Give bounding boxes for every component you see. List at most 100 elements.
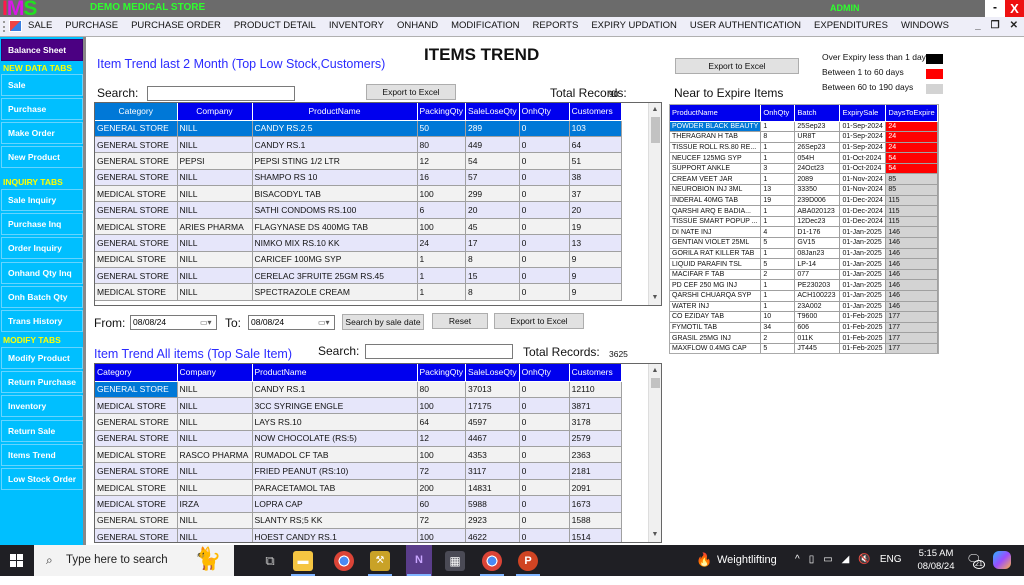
sidebar-item[interactable]: Onh Batch Qty [1, 285, 83, 308]
date-export-button[interactable]: Export to Excel [494, 313, 584, 329]
mdi-restore-icon[interactable]: ❐ [991, 20, 1000, 31]
menu-item[interactable]: SALE [28, 20, 52, 31]
table-row[interactable]: QARSHI ARQ E BADIA... 1 ABA020123 01-Dec-20… [670, 205, 938, 217]
sidebar-item[interactable]: Purchase Inq [1, 213, 83, 236]
volume-muted-icon[interactable]: 🔇 [858, 554, 870, 585]
clock[interactable]: 5:15 AM 08/08/24 [911, 545, 961, 576]
copilot-icon[interactable] [993, 551, 1011, 569]
sidebar-balance-sheet[interactable]: Balance Sheet [1, 39, 83, 61]
sidebar-item[interactable]: Items Trend [1, 443, 83, 466]
table-row[interactable]: GENERAL STORE NILL CANDY RS.1 80 37013 0 12110 [95, 381, 622, 398]
sidebar-item[interactable]: Modify Product [1, 347, 83, 369]
search-by-date-button[interactable]: Search by sale date [342, 314, 424, 330]
top-search-input[interactable] [147, 86, 295, 101]
scroll-down-icon[interactable]: ▼ [649, 292, 661, 304]
minimize-button[interactable]: - [985, 0, 1005, 17]
table-row[interactable]: GENERAL STORE NILL NOW CHOCOLATE (RS:5) 12 4… [95, 430, 622, 448]
scroll-down-icon[interactable]: ▼ [649, 529, 661, 541]
windows-start-icon[interactable] [10, 554, 23, 567]
battery-icon[interactable]: ▭ [823, 554, 832, 585]
mdi-minimize-icon[interactable]: _ [975, 20, 981, 31]
table-row[interactable]: TISSUE SMART POPUP ... 1 12Dec23 01-Dec-202… [670, 216, 938, 228]
sidebar-item[interactable]: New Product [1, 146, 83, 168]
bottom-search-input[interactable] [365, 344, 513, 359]
table-row[interactable]: CREAM VEET JAR 1 2089 01-Nov-2024 85 [670, 173, 938, 186]
menu-item[interactable]: EXPENDITURES [814, 20, 888, 31]
table-row[interactable]: CO EZIDAY TAB 10 T9600 01-Feb-2025 177 [670, 311, 938, 323]
bottom-grid-scrollbar[interactable]: ▲ ▼ [648, 364, 661, 542]
sidebar-item[interactable]: Sale [1, 74, 83, 96]
menu-item[interactable]: ONHAND [397, 20, 438, 31]
column-header[interactable]: OnhQty [519, 364, 570, 382]
table-row[interactable]: INDERAL 40MG TAB 19 239D006 01-Dec-2024 115 [670, 195, 938, 207]
tools-app-icon[interactable]: ⚒ [370, 551, 390, 571]
sidebar-item[interactable]: Low Stock Order [1, 468, 83, 490]
table-row[interactable]: PD CEF 250 MG INJ 1 PE230203 01-Jan-2025 146 [670, 279, 938, 291]
sidebar-item[interactable]: Return Sale [1, 419, 83, 442]
taskbar-search-box[interactable]: ⌕ Type here to search 🐈 [34, 545, 234, 576]
table-row[interactable]: NEUROBION INJ 3ML 13 33350 01-Nov-2024 85 [670, 184, 938, 196]
table-row[interactable]: MEDICAL STORE NILL CARICEF 100MG SYP 1 8 0 9 [95, 251, 622, 269]
table-row[interactable]: GENERAL STORE NILL NIMKO MIX RS.10 KK 24 17 0… [95, 234, 622, 252]
calendar-dropdown-icon[interactable]: ▭▾ [200, 318, 214, 327]
menu-item[interactable]: USER AUTHENTICATION [690, 20, 801, 31]
table-row[interactable]: MEDICAL STORE ARIES PHARMA FLAGYNASE DS 40… [95, 218, 622, 236]
sidebar-item[interactable]: Inventory [1, 395, 83, 418]
column-header[interactable]: Company [177, 103, 253, 121]
table-row[interactable]: NEUCEF 125MG SYP 1 054H 01-Oct-2024 54 [670, 152, 938, 164]
scroll-up-icon[interactable]: ▲ [649, 365, 661, 377]
powerpoint-icon[interactable]: P [518, 551, 538, 571]
to-date-picker[interactable]: 08/08/24 ▭▾ [248, 315, 335, 330]
column-header[interactable]: Batch [794, 105, 841, 122]
weather-widget[interactable]: 🔥 Weightlifting [696, 545, 777, 576]
expiry-export-button[interactable]: Export to Excel [675, 58, 799, 74]
table-row[interactable]: DI NATE INJ 4 D1-176 01-Jan-2025 146 [670, 226, 938, 239]
table-row[interactable]: GENERAL STORE NILL LAYS RS.10 64 4597 0 3178 [95, 413, 622, 431]
table-row[interactable]: GORILA RAT KILLER TAB 1 08Jan23 01-Jan-2025… [670, 248, 938, 260]
sidebar-item[interactable]: Onhand Qty Inq [1, 261, 83, 284]
table-row[interactable]: GENERAL STORE NILL CERELAC 3FRUITE 25GM RS… [95, 267, 622, 285]
language-indicator[interactable]: ENG [880, 554, 902, 585]
close-button[interactable]: X [1005, 0, 1024, 17]
table-row[interactable]: POWDER BLACK BEAUTY 1 25Sep23 01-Sep-2024 24 [670, 121, 938, 133]
meet-now-icon[interactable]: ▯ [809, 554, 815, 585]
sidebar-item[interactable]: Sale Inquiry [1, 189, 83, 211]
table-row[interactable]: GENERAL STORE NILL SHAMPO RS 10 16 57 0 38 [95, 169, 622, 187]
table-row[interactable]: FYMOTIL TAB 34 606 01-Feb-2025 177 [670, 322, 938, 334]
table-row[interactable]: GENTIAN VIOLET 25ML 5 GV15 01-Jan-2025 146 [670, 237, 938, 249]
menu-item[interactable]: PRODUCT DETAIL [234, 20, 316, 31]
column-header[interactable]: SaleLoseQty [465, 103, 520, 121]
scroll-up-icon[interactable]: ▲ [649, 104, 661, 116]
table-row[interactable]: MEDICAL STORE RASCO PHARMA RUMADOL CF TAB 1… [95, 446, 622, 464]
column-header[interactable]: OnhQty [760, 105, 796, 122]
calendar-dropdown-icon[interactable]: ▭▾ [318, 318, 332, 327]
from-date-picker[interactable]: 08/08/24 ▭▾ [130, 315, 217, 330]
top-export-button[interactable]: Export to Excel [366, 84, 456, 100]
table-row[interactable]: THERAGRAN H TAB 8 UR8T 01-Sep-2024 24 [670, 131, 938, 143]
reset-button[interactable]: Reset [432, 313, 488, 329]
table-row[interactable]: MEDICAL STORE NILL BISACODYL TAB 100 299 0 37 [95, 185, 622, 203]
sidebar-item[interactable]: Return Purchase [1, 371, 83, 394]
table-row[interactable]: SUPPORT ANKLE 3 24Oct23 01-Oct-2024 54 [670, 163, 938, 175]
menu-item[interactable]: MODIFICATION [451, 20, 519, 31]
file-explorer-icon[interactable]: ▬ [293, 551, 313, 571]
menu-item[interactable]: PURCHASE [65, 20, 118, 31]
table-row[interactable]: GENERAL STORE NILL CANDY RS.1 80 449 0 64 [95, 136, 622, 154]
menu-item[interactable]: INVENTORY [329, 20, 384, 31]
mdi-close-icon[interactable]: ✕ [1010, 20, 1018, 31]
column-header[interactable]: DaysToExpire [885, 105, 938, 122]
table-row[interactable]: GENERAL STORE NILL SLANTY RS;5 KK 72 2923 0 15… [95, 512, 622, 530]
top-trend-grid[interactable]: Category Company ProductName PackingQty Sale… [94, 102, 662, 306]
column-header[interactable]: Customers [569, 364, 622, 382]
table-row[interactable]: GRASIL 25MG INJ 2 011K 01-Feb-2025 177 [670, 332, 938, 344]
table-row[interactable]: GENERAL STORE PEPSI PEPSI STING 1/2 LTR 12 5… [95, 152, 622, 170]
chrome-profile-icon[interactable] [482, 551, 502, 571]
bottom-trend-grid[interactable]: Category Company ProductName PackingQty Sale… [94, 363, 662, 543]
expiry-grid[interactable]: ProductName OnhQty Batch ExpirySale DaysToEx… [669, 104, 939, 354]
table-row[interactable]: QARSHI CHUARQA SYP 1 ACH100223 01-Jan-2025 1… [670, 290, 938, 302]
sidebar-item[interactable]: Make Order [1, 122, 83, 144]
table-row[interactable]: MEDICAL STORE NILL PARACETAMOL TAB 200 14831… [95, 479, 622, 497]
chrome-icon[interactable] [334, 551, 354, 571]
menu-item[interactable]: PURCHASE ORDER [131, 20, 221, 31]
column-header[interactable]: ProductName [252, 103, 418, 121]
